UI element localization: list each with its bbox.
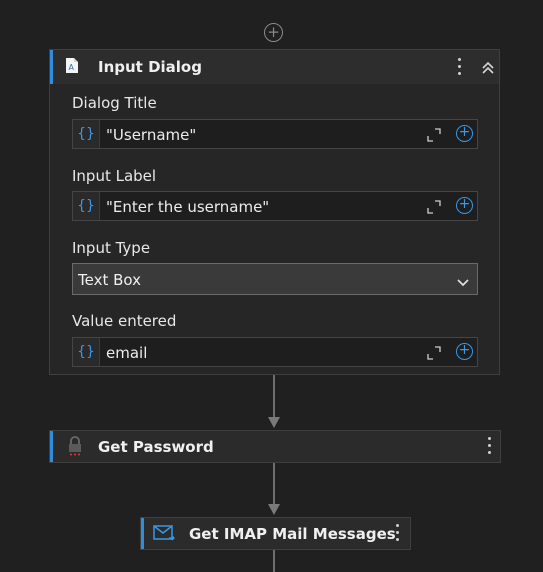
get-imap-card[interactable]: Get IMAP Mail Messages xyxy=(140,517,411,550)
menu-icon[interactable] xyxy=(458,58,462,79)
menu-icon[interactable] xyxy=(488,437,492,458)
value-entered-label: Value entered xyxy=(72,312,177,330)
input-dialog-card[interactable]: A Input Dialog Dialog Title {} "Username… xyxy=(49,49,500,375)
menu-icon[interactable] xyxy=(396,524,400,545)
expand-icon[interactable] xyxy=(427,127,441,142)
add-field-icon[interactable]: + xyxy=(456,125,473,142)
svg-text:A: A xyxy=(69,63,75,72)
chevron-down-icon[interactable] xyxy=(457,273,469,292)
get-password-title: Get Password xyxy=(98,438,214,456)
dialog-title-label: Dialog Title xyxy=(72,94,157,112)
input-label-label: Input Label xyxy=(72,167,157,185)
get-imap-header[interactable]: Get IMAP Mail Messages xyxy=(141,518,410,549)
input-label-field[interactable]: {} "Enter the username" + xyxy=(72,191,478,221)
input-type-select[interactable]: Text Box xyxy=(72,263,478,295)
connector-line xyxy=(273,550,275,572)
input-dialog-header[interactable]: A Input Dialog xyxy=(50,50,499,84)
expand-icon[interactable] xyxy=(427,345,441,360)
input-dialog-icon: A xyxy=(65,57,79,78)
add-field-icon[interactable]: + xyxy=(456,197,473,214)
lock-icon xyxy=(67,436,83,460)
get-imap-title: Get IMAP Mail Messages xyxy=(189,525,396,543)
value-entered-field[interactable]: {} email + xyxy=(72,337,478,367)
input-dialog-title: Input Dialog xyxy=(98,58,202,76)
add-activity-icon[interactable]: + xyxy=(264,23,283,42)
input-type-value: Text Box xyxy=(78,271,141,289)
variable-icon: {} xyxy=(73,192,100,220)
input-type-label: Input Type xyxy=(72,239,151,257)
connector-line xyxy=(273,375,275,418)
connector-line xyxy=(273,463,275,505)
expand-icon[interactable] xyxy=(427,199,441,214)
variable-icon: {} xyxy=(73,120,100,148)
value-entered-value[interactable]: email xyxy=(106,344,147,362)
dialog-title-value[interactable]: "Username" xyxy=(106,126,196,144)
variable-icon: {} xyxy=(73,338,100,366)
envelope-icon xyxy=(153,525,175,547)
arrow-down-icon xyxy=(268,504,280,515)
dialog-title-field[interactable]: {} "Username" + xyxy=(72,119,478,149)
arrow-down-icon xyxy=(268,417,280,428)
collapse-icon[interactable] xyxy=(481,60,495,79)
input-label-value[interactable]: "Enter the username" xyxy=(106,198,269,216)
get-password-header[interactable]: Get Password xyxy=(50,431,500,462)
get-password-card[interactable]: Get Password xyxy=(49,430,501,463)
add-field-icon[interactable]: + xyxy=(456,343,473,360)
